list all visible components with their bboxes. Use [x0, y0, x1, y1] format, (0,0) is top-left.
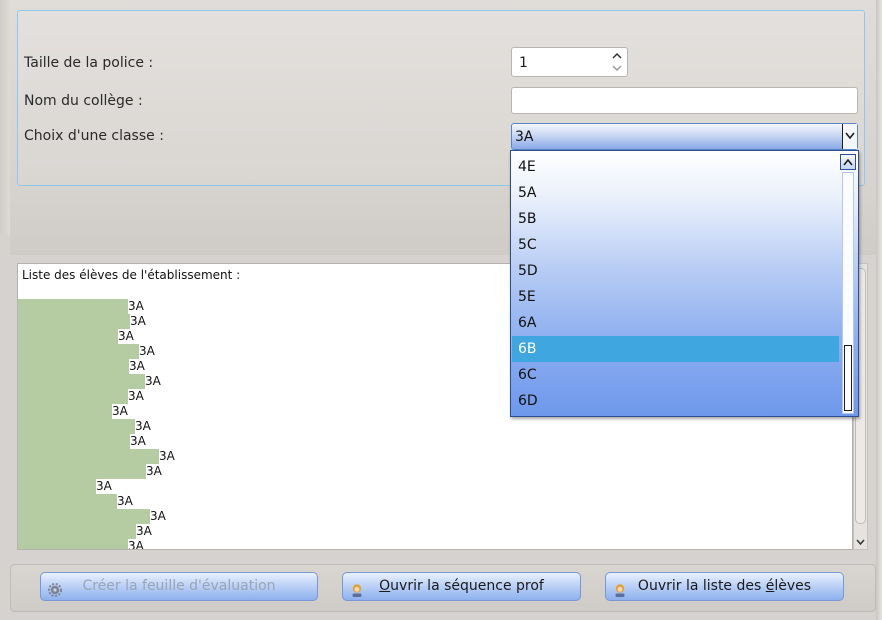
student-row-bar: [18, 479, 96, 494]
student-row[interactable]: 3A: [18, 464, 162, 479]
window-left-edge: [0, 0, 10, 235]
student-row-bar: [18, 509, 150, 524]
student-row-bar: [18, 404, 112, 419]
class-combobox[interactable]: 3A: [511, 123, 858, 150]
open-students-list-button[interactable]: Ouvrir la liste des élèves: [605, 572, 844, 601]
window-right-edge: [876, 0, 882, 620]
dropdown-option[interactable]: 5A: [512, 180, 839, 206]
create-evaluation-sheet-label: Créer la feuille d'évaluation: [82, 578, 276, 594]
student-row-label: 3A: [128, 299, 144, 313]
student-row[interactable]: 3A: [18, 509, 166, 524]
student-row-bar: [18, 374, 145, 389]
student-row[interactable]: 3A: [18, 539, 144, 550]
student-row-label: 3A: [96, 479, 112, 493]
student-row-bar: [18, 299, 128, 314]
class-choice-label: Choix d'une classe :: [24, 128, 164, 144]
student-row-bar: [18, 359, 129, 374]
dropdown-option[interactable]: 6D: [512, 388, 839, 414]
dropdown-option[interactable]: 6A: [512, 310, 839, 336]
student-row[interactable]: 3A: [18, 389, 144, 404]
student-row-bar: [18, 539, 128, 549]
chevron-up-icon: [843, 158, 853, 166]
open-students-label-post: lèves: [774, 578, 812, 594]
student-row-label: 3A: [139, 344, 155, 358]
user-icon: [613, 580, 627, 607]
student-row-bar: [18, 329, 118, 344]
class-dropdown-list[interactable]: 4E 5A 5B 5C 5D 5E 6A 6B 6C 6D: [510, 150, 859, 417]
student-row-bar: [18, 419, 135, 434]
font-size-label: Taille de la police :: [24, 55, 154, 71]
student-row[interactable]: 3A: [18, 419, 151, 434]
chevron-down-icon: [845, 132, 855, 140]
student-row-label: 3A: [128, 539, 144, 550]
dropdown-option[interactable]: 5B: [512, 206, 839, 232]
college-name-label: Nom du collège :: [24, 93, 143, 109]
dropdown-option[interactable]: 5D: [512, 258, 839, 284]
student-row-label: 3A: [112, 404, 128, 418]
student-row[interactable]: 3A: [18, 329, 134, 344]
dropdown-option-highlighted[interactable]: 6B: [512, 336, 839, 362]
font-size-spinbox[interactable]: 1: [511, 47, 628, 77]
open-teacher-sequence-button[interactable]: Ouvrir la séquence prof: [342, 572, 581, 601]
student-row[interactable]: 3A: [18, 494, 133, 509]
student-row-bar: [18, 464, 146, 479]
student-row[interactable]: 3A: [18, 524, 152, 539]
open-sequence-label-accel: O: [379, 578, 391, 594]
student-row-label: 3A: [159, 449, 175, 463]
student-row-bar: [18, 314, 130, 329]
dropdown-scrollbar[interactable]: [839, 152, 857, 415]
college-name-input[interactable]: [511, 87, 858, 114]
create-evaluation-sheet-button[interactable]: Créer la feuille d'évaluation: [40, 572, 318, 601]
student-row-label: 3A: [146, 464, 162, 478]
student-row-label: 3A: [129, 359, 145, 373]
student-row-label: 3A: [135, 419, 151, 433]
user-icon: [350, 580, 364, 607]
font-size-value: 1: [519, 55, 528, 71]
student-row[interactable]: 3A: [18, 404, 128, 419]
dropdown-option[interactable]: 4E: [512, 154, 839, 180]
chevron-down-icon[interactable]: [855, 538, 866, 546]
student-row[interactable]: 3A: [18, 359, 145, 374]
open-students-label-pre: Ouvrir la liste des: [637, 578, 766, 594]
dropdown-option[interactable]: 5C: [512, 232, 839, 258]
scroll-up-button[interactable]: [840, 154, 856, 170]
student-row-label: 3A: [145, 374, 161, 388]
open-sequence-label-post: uvrir la séquence prof: [390, 578, 544, 594]
student-row-label: 3A: [128, 389, 144, 403]
student-row-label: 3A: [130, 314, 146, 328]
student-row-bar: [18, 524, 136, 539]
student-row[interactable]: 3A: [18, 434, 146, 449]
students-list-title: Liste des élèves de l'établissement :: [22, 268, 241, 282]
student-row[interactable]: 3A: [18, 344, 155, 359]
student-row-bar: [18, 344, 139, 359]
gear-icon: [48, 580, 62, 607]
student-row-label: 3A: [117, 494, 133, 508]
dropdown-option[interactable]: 6C: [512, 362, 839, 388]
scroll-thumb[interactable]: [844, 345, 852, 411]
student-row-bar: [18, 434, 130, 449]
class-combobox-value: 3A: [515, 129, 534, 145]
student-row[interactable]: 3A: [18, 314, 146, 329]
student-row-label: 3A: [118, 329, 134, 343]
student-row-label: 3A: [130, 434, 146, 448]
dropdown-option[interactable]: 5E: [512, 284, 839, 310]
student-row-bar: [18, 449, 159, 464]
student-row-label: 3A: [150, 509, 166, 523]
student-row-bar: [18, 389, 128, 404]
student-row[interactable]: 3A: [18, 449, 175, 464]
student-row-bar: [18, 494, 117, 509]
combobox-dropdown-button[interactable]: [842, 124, 857, 149]
student-row[interactable]: 3A: [18, 299, 144, 314]
spin-arrows-icon[interactable]: [611, 51, 623, 73]
student-row[interactable]: 3A: [18, 479, 112, 494]
student-row[interactable]: 3A: [18, 374, 161, 389]
student-row-label: 3A: [136, 524, 152, 538]
